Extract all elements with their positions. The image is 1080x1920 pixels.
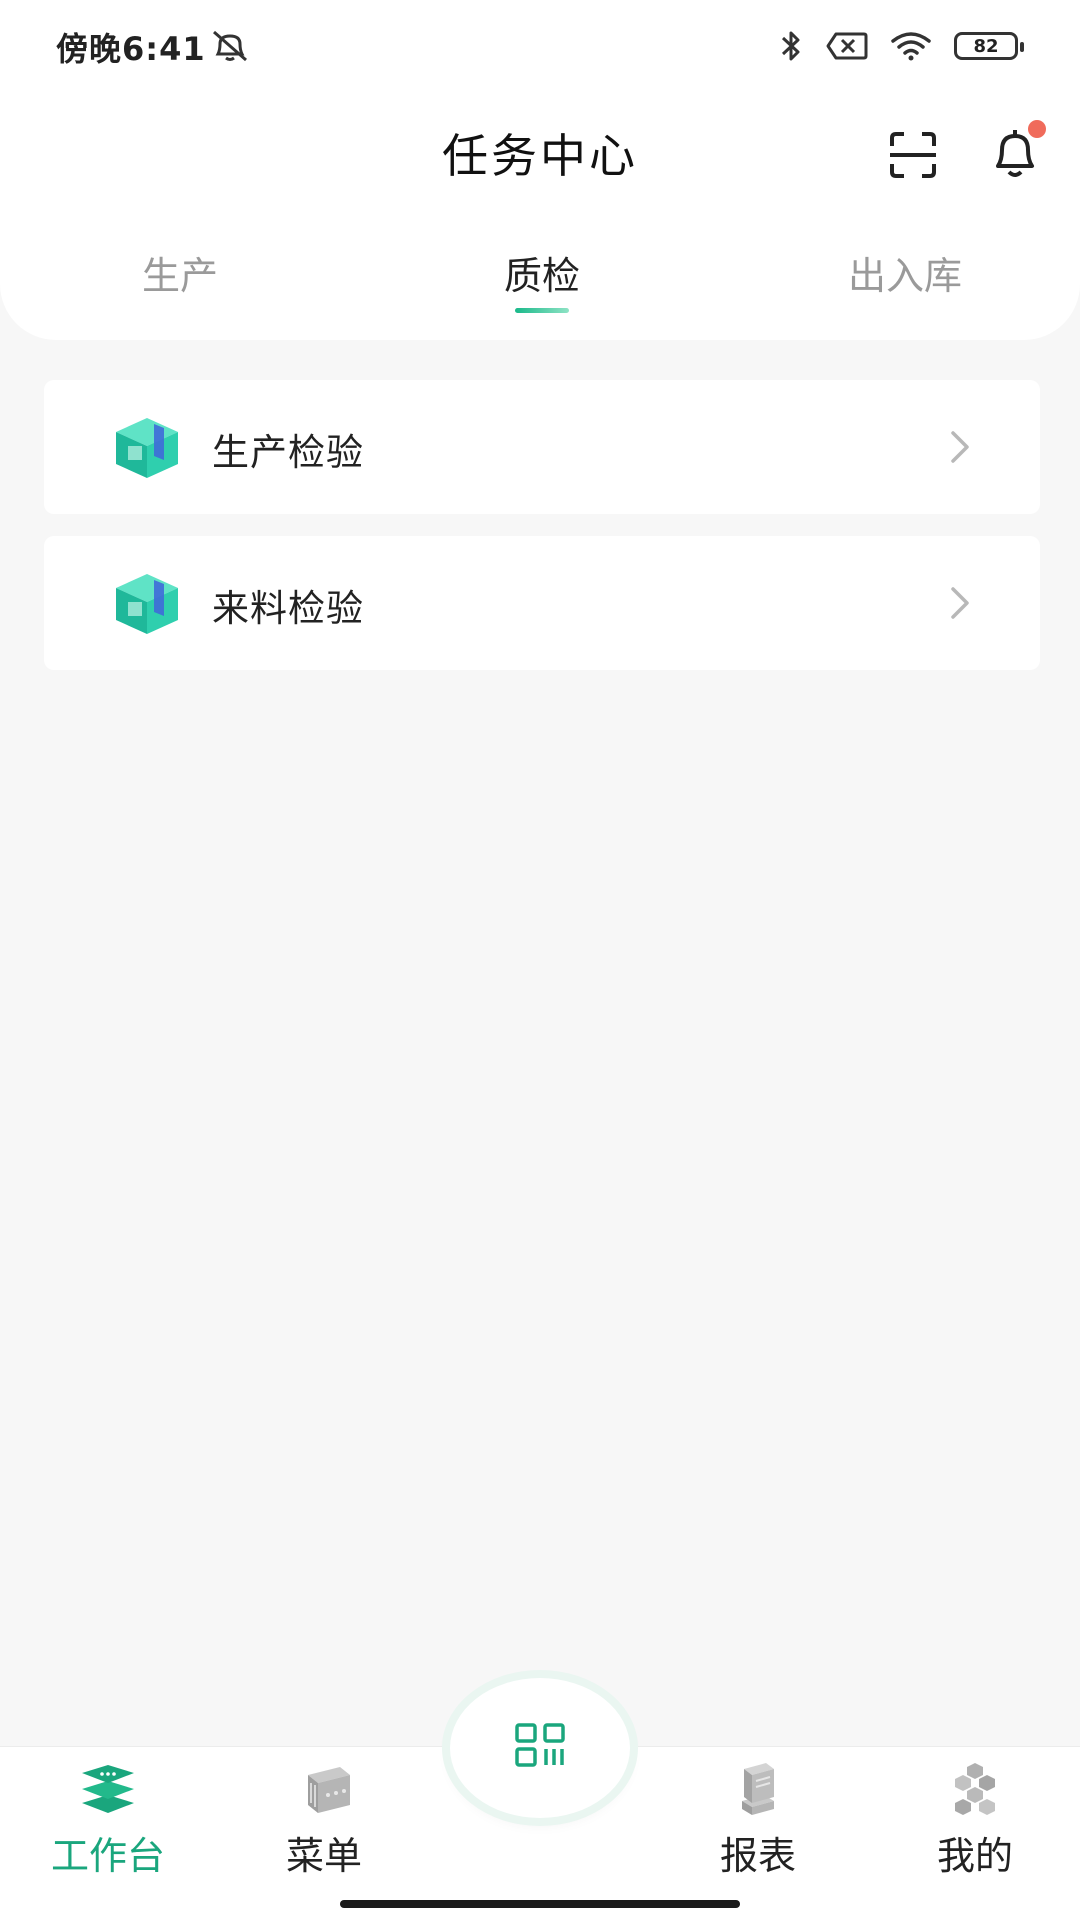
- tab-bar: 生产 质检 出入库: [0, 245, 1080, 325]
- notification-button[interactable]: [990, 120, 1046, 182]
- nav-menu[interactable]: 菜单: [234, 1761, 414, 1880]
- nav-workbench[interactable]: 工作台: [18, 1761, 198, 1880]
- notification-dot: [1028, 120, 1046, 138]
- battery-indicator: 82: [954, 32, 1024, 60]
- home-indicator[interactable]: [340, 1900, 740, 1908]
- list-item-production-inspection[interactable]: 生产检验: [44, 380, 1040, 514]
- cube-icon: [116, 418, 178, 478]
- nav-label: 我的: [936, 1834, 1013, 1878]
- tab-production[interactable]: 生产: [120, 245, 240, 300]
- active-tab-indicator: [515, 308, 569, 313]
- server-icon: [308, 1767, 350, 1813]
- list-item-incoming-inspection[interactable]: 来料检验: [44, 536, 1040, 670]
- wifi-icon: [891, 32, 931, 61]
- nav-reports[interactable]: 报表: [668, 1761, 848, 1880]
- page: 傍晚6:41 82 任务中心 生产 质检 出入库 生产检验 来料检验 工作台 菜…: [0, 0, 1080, 1920]
- report-icon: [742, 1763, 774, 1815]
- status-time: 傍晚6:41: [56, 30, 206, 68]
- list-item-label: 来料检验: [212, 587, 364, 630]
- bluetooth-icon: [781, 31, 800, 61]
- qr-scan-button[interactable]: [450, 1678, 630, 1818]
- no-sim-icon: [826, 32, 868, 60]
- nav-label: 工作台: [50, 1834, 165, 1878]
- status-bar: 傍晚6:41 82: [0, 0, 1080, 90]
- scan-icon[interactable]: [888, 130, 938, 180]
- chevron-right-icon: [951, 431, 969, 463]
- stack-icon: [82, 1765, 134, 1813]
- tab-quality-inspection[interactable]: 质检: [482, 245, 602, 300]
- qr-code-icon: [515, 1723, 565, 1767]
- nav-profile[interactable]: 我的: [885, 1761, 1065, 1880]
- list-item-label: 生产检验: [212, 431, 364, 474]
- header: 任务中心 生产 质检 出入库: [0, 90, 1080, 340]
- chevron-right-icon: [951, 587, 969, 619]
- nav-label: 报表: [719, 1834, 796, 1878]
- cube-icon: [116, 574, 178, 634]
- nav-label: 菜单: [285, 1834, 362, 1878]
- tab-warehouse[interactable]: 出入库: [820, 245, 990, 300]
- hexagon-cluster-icon: [955, 1763, 995, 1815]
- mute-icon: [213, 30, 247, 62]
- status-icons: 82: [778, 26, 1024, 66]
